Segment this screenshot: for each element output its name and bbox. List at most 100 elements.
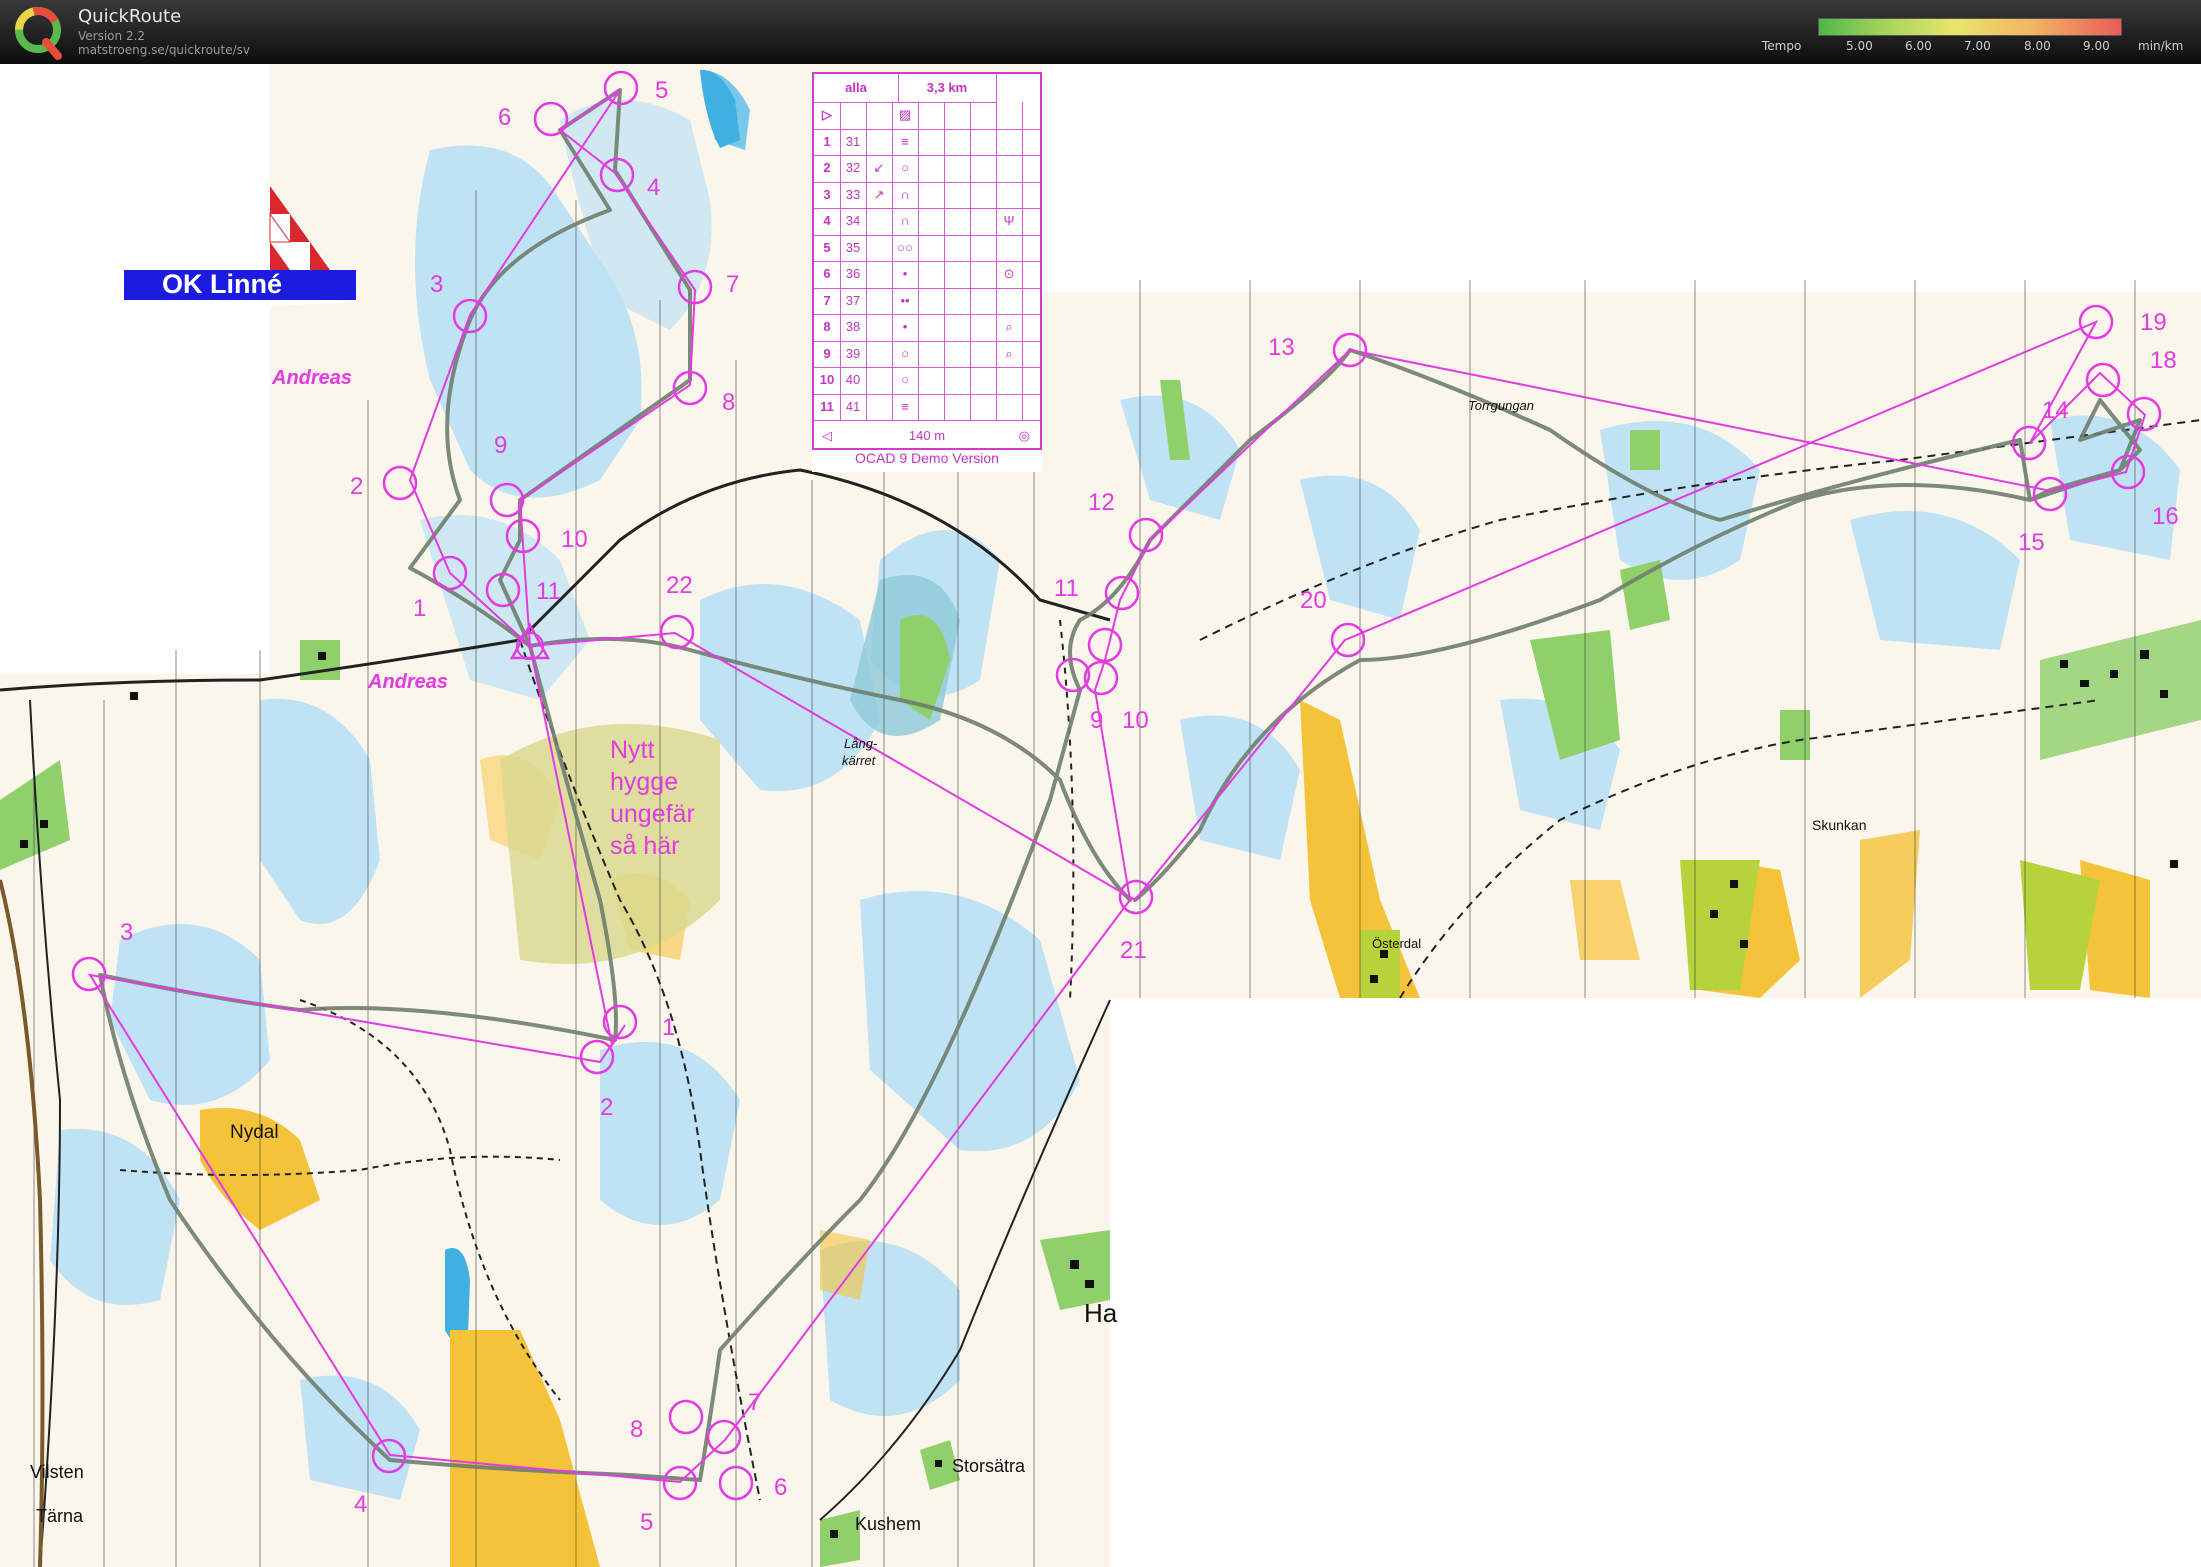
control-feature-detail [918, 181, 945, 208]
control-description-row: 1 31 ≡ [814, 128, 1040, 156]
control-description-row: 10 40 ○ [814, 367, 1040, 395]
control-code: 36 [840, 261, 867, 288]
place-name: Skunkan [1812, 817, 1866, 833]
control-feature-detail [918, 208, 945, 235]
control-feature-detail [918, 393, 945, 420]
control-extra: Ψ [996, 208, 1023, 235]
control-feature: • [892, 314, 919, 341]
control-feature-detail [918, 155, 945, 182]
control-direction [866, 340, 893, 367]
control-code: 40 [840, 367, 867, 394]
control-number: 7 [814, 287, 841, 314]
control-location [970, 208, 997, 235]
control-extra [996, 128, 1023, 155]
place-name: Tärna [36, 1506, 84, 1526]
control-number: 3 [814, 181, 841, 208]
control-number: 14 [2042, 397, 2069, 424]
control-number: 5 [814, 234, 841, 261]
control-feature: ≡ [892, 128, 919, 155]
finish-icon: ◎ [1018, 428, 1030, 443]
control-code: 32 [840, 155, 867, 182]
place-name: Nydal [230, 1122, 279, 1143]
control-feature-detail [918, 367, 945, 394]
control-description-row: 11 41 ≡ [814, 393, 1040, 421]
map-blank-area [0, 64, 270, 674]
course-category: alla [814, 74, 899, 103]
control-feature-detail [918, 128, 945, 155]
control-extra: ⌕ [996, 314, 1023, 341]
tempo-tick: 6.00 [1905, 39, 1932, 53]
tempo-color-scale [1818, 18, 2122, 36]
control-code: 34 [840, 208, 867, 235]
control-number: 11 [536, 578, 561, 605]
control-number: 10 [814, 367, 841, 394]
control-code: 41 [840, 393, 867, 420]
control-number: 1 [413, 595, 426, 622]
control-location [970, 287, 997, 314]
control-number: 6 [774, 1474, 787, 1501]
place-name: Lång- [844, 736, 878, 751]
control-number: 5 [655, 77, 668, 104]
control-number: 7 [726, 271, 739, 298]
control-feature-detail [918, 234, 945, 261]
control-code: 38 [840, 314, 867, 341]
control-feature: ≡ [892, 393, 919, 420]
control-feature: ∩ [892, 208, 919, 235]
tempo-unit: min/km [2138, 39, 2184, 53]
runner-label: Andreas [271, 367, 352, 389]
control-description-row: 6 36 • ⊙ [814, 261, 1040, 289]
control-description-row: 4 34 ∩ Ψ [814, 208, 1040, 236]
control-location [970, 393, 997, 420]
app-title: QuickRoute [78, 6, 182, 27]
control-feature: ○○ [892, 234, 919, 261]
hatch-icon: ▨ [892, 102, 919, 129]
app-version: Version 2.2 [78, 29, 146, 43]
control-number: 3 [120, 919, 133, 946]
control-appearance [944, 340, 971, 367]
control-extra [996, 181, 1023, 208]
app-url-link[interactable]: matstroeng.se/quickroute/sv [78, 43, 250, 57]
control-feature: ○ [892, 367, 919, 394]
tempo-tick: 8.00 [2024, 39, 2051, 53]
control-number: 15 [2018, 529, 2045, 556]
control-appearance [944, 393, 971, 420]
control-number: 8 [722, 389, 735, 416]
place-name: kärret [842, 753, 877, 768]
control-number: 6 [814, 261, 841, 288]
tempo-tick: 7.00 [1964, 39, 1991, 53]
control-description-row: 7 37 •• [814, 287, 1040, 315]
control-appearance [944, 208, 971, 235]
control-appearance [944, 234, 971, 261]
control-number: 1 [814, 128, 841, 155]
control-number: 7 [748, 1389, 761, 1416]
control-number: 18 [2150, 347, 2177, 374]
control-number: 8 [814, 314, 841, 341]
control-direction: ↙ [866, 155, 893, 182]
control-number: 1 [662, 1014, 675, 1041]
control-location [970, 261, 997, 288]
control-number: 22 [666, 572, 693, 599]
control-location [970, 314, 997, 341]
control-number: 3 [430, 271, 443, 298]
start-triangle-icon: ▷ [814, 102, 841, 129]
map-note-line: hygge [610, 768, 678, 796]
tempo-tick: 9.00 [2083, 39, 2110, 53]
control-feature-detail [918, 287, 945, 314]
map-note-line: ungefär [610, 800, 695, 828]
control-number: 19 [2140, 309, 2167, 336]
app-header: QuickRoute Version 2.2 matstroeng.se/qui… [0, 0, 2201, 64]
control-feature: ∩ [892, 181, 919, 208]
control-code: 35 [840, 234, 867, 261]
control-feature: ○ [892, 155, 919, 182]
control-number: 2 [350, 473, 363, 500]
control-direction [866, 261, 893, 288]
control-number: 13 [1268, 334, 1295, 361]
control-number: 11 [1054, 575, 1079, 602]
control-feature-detail [918, 314, 945, 341]
control-direction [866, 393, 893, 420]
place-name: Österdal [1372, 936, 1421, 951]
control-appearance [944, 155, 971, 182]
finish-distance: 140 m [908, 428, 946, 443]
control-number: 21 [1120, 937, 1147, 964]
control-location [970, 234, 997, 261]
